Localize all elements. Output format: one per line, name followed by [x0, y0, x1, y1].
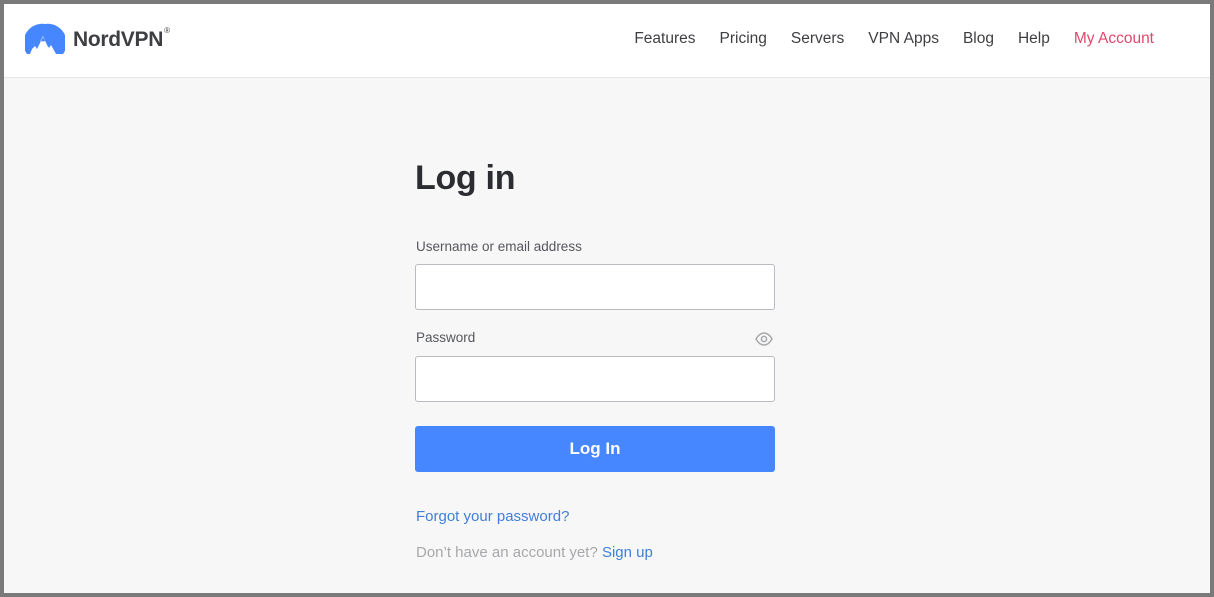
nav-blog[interactable]: Blog [963, 30, 994, 48]
signup-prompt: Don’t have an account yet? Sign up [416, 544, 653, 561]
login-form: Log in Username or email address Passwor… [415, 159, 775, 561]
nav-my-account[interactable]: My Account [1074, 30, 1154, 48]
forgot-password-link[interactable]: Forgot your password? [416, 508, 569, 525]
main-nav: Features Pricing Servers VPN Apps Blog H… [634, 30, 1154, 48]
no-account-text: Don’t have an account yet? [416, 544, 598, 561]
username-label: Username or email address [416, 239, 582, 254]
nav-vpn-apps[interactable]: VPN Apps [868, 30, 939, 48]
login-button[interactable]: Log In [415, 426, 775, 472]
page-title: Log in [415, 159, 516, 197]
password-label: Password [416, 330, 476, 345]
nav-features[interactable]: Features [634, 30, 695, 48]
signup-link[interactable]: Sign up [602, 544, 653, 561]
brand-name: NordVPN® [73, 26, 170, 51]
eye-icon[interactable] [755, 332, 773, 346]
registered-mark: ® [164, 26, 170, 35]
username-input[interactable] [415, 264, 775, 310]
password-input[interactable] [415, 356, 775, 402]
nordvpn-logo[interactable]: NordVPN® [25, 23, 170, 57]
browser-viewport: NordVPN® Features Pricing Servers VPN Ap… [4, 4, 1210, 593]
nav-help[interactable]: Help [1018, 30, 1050, 48]
nav-servers[interactable]: Servers [791, 30, 844, 48]
nav-pricing[interactable]: Pricing [720, 30, 767, 48]
mountain-logo-icon [25, 23, 65, 57]
site-header: NordVPN® Features Pricing Servers VPN Ap… [4, 4, 1210, 78]
